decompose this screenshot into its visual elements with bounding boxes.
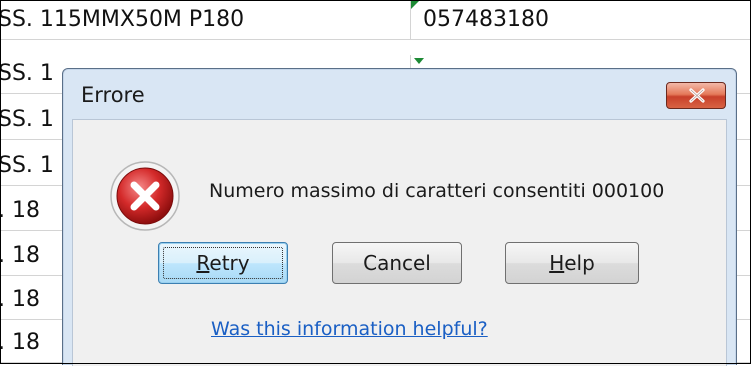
- screenshot-border: [0, 0, 751, 364]
